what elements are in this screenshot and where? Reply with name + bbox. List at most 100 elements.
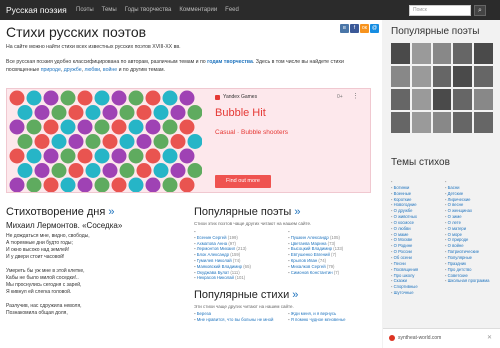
poet-link[interactable]: Симонов Константин (7) (288, 270, 376, 276)
poet-photo[interactable] (432, 89, 452, 110)
ad-age-badge: 0+ (337, 94, 343, 100)
bubble (119, 105, 135, 120)
poem-title: Михаил Лермонтов. «Соседка» (6, 221, 123, 230)
bubble (17, 105, 33, 120)
ad-cta-button[interactable]: Find out more (215, 175, 271, 188)
bubble (26, 119, 42, 135)
bubble (102, 134, 118, 149)
bubble (60, 177, 76, 192)
main-content: в f ок @ Стихи русских поэтов На сайте м… (0, 20, 382, 348)
bubble (136, 134, 152, 149)
poet-link[interactable]: Некрасов Николай (101) (194, 275, 282, 281)
poet-photo[interactable] (474, 89, 493, 110)
bubble (179, 119, 195, 135)
poet-photo[interactable] (432, 112, 452, 133)
bubble (43, 148, 59, 164)
nav-link-feed[interactable]: Feed (225, 7, 239, 13)
popular-poems-more-link[interactable]: » (292, 289, 298, 301)
bubble (51, 134, 67, 149)
poet-photo[interactable] (474, 66, 493, 87)
poet-photo[interactable] (391, 43, 410, 64)
poet-photo[interactable] (453, 43, 473, 64)
poet-photo[interactable] (474, 43, 493, 64)
ad-banner[interactable]: Yandex Games 0+ ⋮ Bubble Hit Casual · Bu… (6, 88, 371, 193)
poet-photo[interactable] (453, 89, 473, 110)
mailru-icon[interactable]: @ (370, 24, 379, 33)
theme-link[interactable]: Школьная программа (445, 278, 495, 284)
bubble (94, 119, 110, 135)
bubble (34, 105, 50, 120)
poet-photo[interactable] (432, 43, 452, 64)
bubble (43, 177, 59, 192)
bubble (128, 148, 144, 164)
sidebar: Популярные поэты Темы стихов БотинкиВоен… (383, 20, 500, 348)
bubble (94, 90, 110, 106)
bubble (145, 177, 161, 192)
bubble (60, 90, 76, 106)
bubble (17, 134, 33, 149)
odnoklassniki-icon[interactable]: ок (360, 24, 369, 33)
popular-poems-list: Береза Жди меня, и я вернусь Мне нравитс… (194, 311, 376, 323)
poet-photo[interactable] (411, 89, 431, 110)
bubble (187, 163, 202, 178)
bubble (179, 90, 195, 106)
bubble (9, 148, 25, 164)
link-friendship[interactable]: дружбе (64, 67, 82, 73)
ad-subtitle: Casual · Bubble shooters (215, 129, 288, 136)
vk-icon[interactable]: в (340, 24, 349, 33)
poet-photo-grid (391, 43, 493, 133)
popular-poets-more-link[interactable]: » (294, 206, 300, 218)
search-input[interactable]: Поиск (409, 5, 471, 16)
link-love[interactable]: любви (84, 67, 100, 73)
bubble (26, 177, 42, 192)
bubble (128, 177, 144, 192)
link-war[interactable]: войне (103, 67, 117, 73)
bubble (162, 119, 178, 135)
close-icon[interactable]: ✕ (487, 334, 492, 341)
poet-photo[interactable] (411, 43, 431, 64)
sidebar-ad-text: syntheat-world.com (398, 335, 442, 341)
bubble (170, 163, 186, 178)
poet-photo[interactable] (474, 112, 493, 133)
bubble (102, 163, 118, 178)
site-brand[interactable]: Русская поэзия (0, 5, 76, 15)
bubble (145, 90, 161, 106)
bubble (9, 119, 25, 135)
bubble (43, 119, 59, 135)
theme-link[interactable]: Шуточные (391, 290, 441, 296)
facebook-icon[interactable]: f (350, 24, 359, 33)
poem-link[interactable]: Я помню чудное мгновенье (288, 317, 376, 323)
poet-photo[interactable] (391, 89, 410, 110)
poet-photo[interactable] (453, 66, 473, 87)
nav-link-comments[interactable]: Комментарии (179, 7, 217, 13)
poet-photo[interactable] (432, 66, 452, 87)
sidebar-ad[interactable]: syntheat-world.com ✕ (383, 328, 500, 348)
sidebar-poets-heading: Популярные поэты (391, 26, 480, 37)
poem-link[interactable]: Мне нравится, что вы больны не мной (194, 317, 282, 323)
poem-of-day-more-link[interactable]: » (108, 206, 114, 218)
bubble (26, 148, 42, 164)
bubble (9, 177, 25, 192)
poet-photo[interactable] (391, 66, 410, 87)
search-button[interactable]: ⌕ (474, 5, 486, 16)
bubble (77, 177, 93, 192)
link-years[interactable]: годам творчества (207, 59, 253, 65)
bubble (170, 105, 186, 120)
bubble (162, 148, 178, 164)
bubble (153, 163, 169, 178)
bubble (94, 177, 110, 192)
poet-photo[interactable] (411, 66, 431, 87)
bubble (187, 134, 202, 149)
poet-photo[interactable] (411, 112, 431, 133)
bubble (60, 148, 76, 164)
nav-link-poets[interactable]: Поэты (76, 7, 94, 13)
link-nature[interactable]: природе (41, 67, 61, 73)
bubble (94, 148, 110, 164)
nav-link-themes[interactable]: Темы (102, 7, 117, 13)
poet-photo[interactable] (391, 112, 410, 133)
nav-link-years[interactable]: Годы творчества (125, 7, 172, 13)
bubble (111, 90, 127, 106)
poet-photo[interactable] (453, 112, 473, 133)
bubble (68, 134, 84, 149)
ad-menu-icon[interactable]: ⋮ (352, 92, 359, 100)
